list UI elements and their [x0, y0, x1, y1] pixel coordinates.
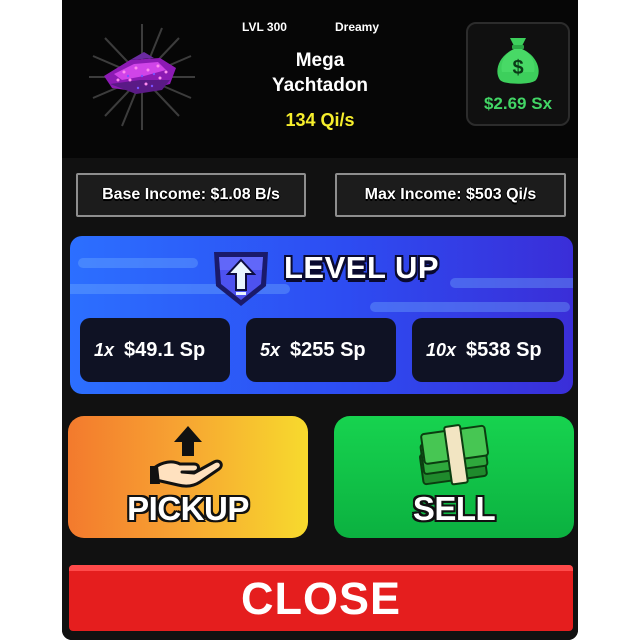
- income-rate: 134 Qi/s: [285, 110, 355, 130]
- money-bag-icon: $: [497, 38, 539, 84]
- hand-up-arrow-icon: [150, 426, 223, 488]
- level-up-1x-button[interactable]: 1x $49.1 Sp: [80, 318, 230, 382]
- sell-label: SELL: [412, 490, 496, 527]
- up-arrow-shield-icon: [214, 252, 268, 306]
- close-label: CLOSE: [240, 573, 402, 624]
- cost-label: $538 Sp: [466, 339, 542, 361]
- brainrot-name: Mega Yachtadon: [212, 48, 428, 98]
- close-button[interactable]: CLOSE: [69, 565, 573, 631]
- multiplier-label: 10x: [426, 340, 457, 360]
- level-up-panel[interactable]: LEVEL UP 1x $49.1 Sp 5x $255 Sp 10x $538 Sp: [70, 236, 573, 394]
- pickup-label: PICKUP: [127, 490, 249, 527]
- multiplier-label: 5x: [260, 340, 281, 360]
- name-line-1: Mega: [295, 50, 345, 71]
- level-label: LVL 300: [242, 20, 287, 34]
- cost-label: $255 Sp: [290, 339, 366, 361]
- money-stack-icon: [419, 424, 489, 486]
- level-up-title: LEVEL UP: [284, 250, 440, 285]
- sell-button[interactable]: SELL: [334, 416, 574, 538]
- yacht-brainrot-image: [104, 52, 176, 94]
- mutation-label: Dreamy: [335, 20, 380, 34]
- base-income-box: Base Income: $1.08 B/s: [76, 173, 306, 217]
- brainrot-info-panel: LVL 300 Dreamy Mega Yachtadon 134 Qi/s $…: [62, 0, 578, 640]
- pickup-button[interactable]: PICKUP: [68, 416, 308, 538]
- level-up-5x-button[interactable]: 5x $255 Sp: [246, 318, 396, 382]
- decor-stripe: [450, 278, 573, 288]
- decor-stripe: [370, 302, 570, 312]
- level-up-10x-button[interactable]: 10x $538 Sp: [412, 318, 564, 382]
- name-line-2: Yachtadon: [271, 75, 369, 96]
- panel-header: LVL 300 Dreamy Mega Yachtadon 134 Qi/s $…: [62, 0, 578, 158]
- max-income-box: Max Income: $503 Qi/s: [335, 173, 566, 217]
- svg-text:$: $: [512, 57, 523, 79]
- cash-card: $ $2.69 Sx: [466, 22, 570, 126]
- cash-value: $2.69 Sx: [483, 94, 553, 113]
- cost-label: $49.1 Sp: [124, 339, 206, 361]
- multiplier-label: 1x: [94, 340, 115, 360]
- decor-stripe: [78, 258, 198, 268]
